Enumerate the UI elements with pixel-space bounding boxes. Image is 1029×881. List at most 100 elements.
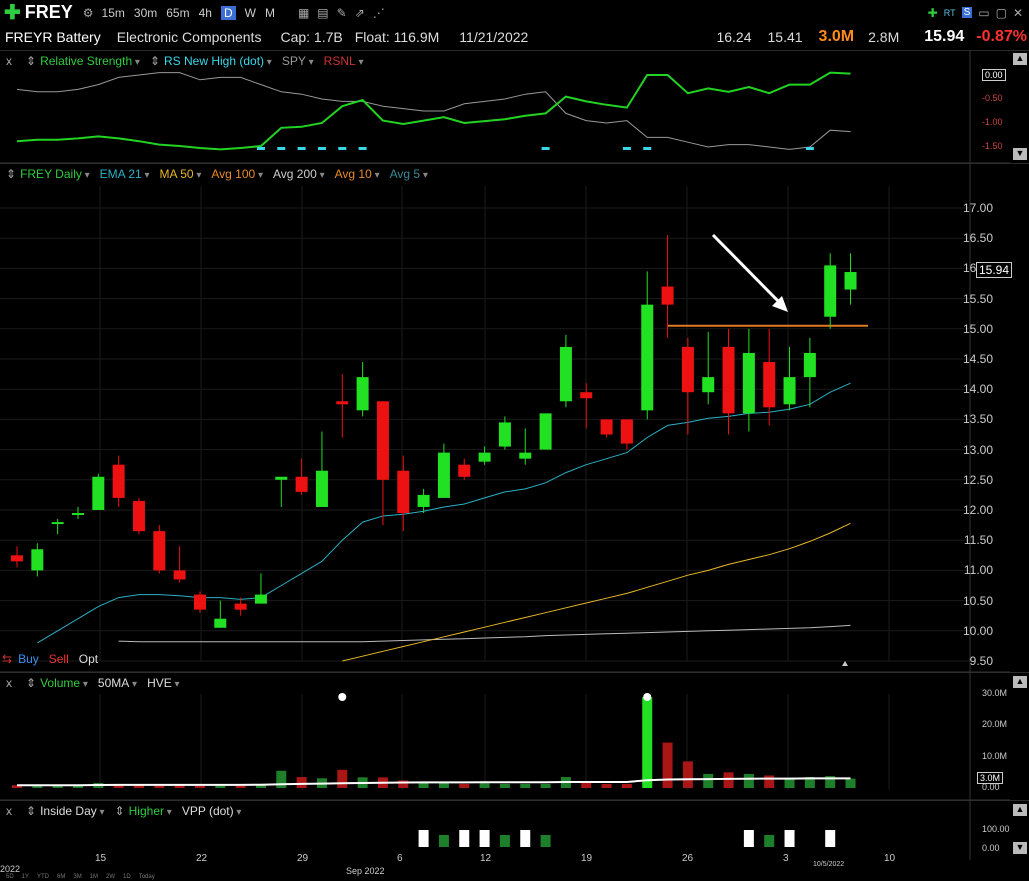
candle-body [173, 570, 186, 580]
x-axis-tick: 12 [480, 853, 492, 864]
candle-body [315, 470, 328, 507]
price-axis-tick: 14.00 [962, 382, 993, 397]
candle-body [824, 265, 837, 317]
volume-bar [703, 773, 714, 788]
candle-body [803, 352, 816, 378]
candle [824, 253, 837, 329]
scroll-down-button[interactable]: ▼ [1013, 842, 1027, 854]
candle [519, 428, 532, 465]
volume-axis-tick: 20.0M [982, 719, 1008, 730]
inside-day-bar [479, 830, 490, 847]
candle [580, 383, 593, 429]
candle-body [11, 555, 23, 562]
candle [112, 455, 125, 507]
scroll-down-button[interactable]: ▼ [1013, 148, 1027, 160]
volume-bar [621, 783, 632, 788]
candle [51, 519, 64, 535]
price-axis-tick: 13.50 [962, 412, 993, 427]
inside-day-bar [418, 830, 429, 847]
volume-bar [154, 785, 165, 788]
candle [620, 419, 633, 450]
volume-bar [479, 783, 490, 788]
candle-body [681, 346, 694, 393]
volume-bar [743, 773, 754, 788]
range-2W[interactable]: 2W [106, 874, 115, 880]
volume-bar [662, 742, 673, 788]
sell-button[interactable]: Sell [49, 652, 69, 666]
volume-bar [682, 761, 693, 788]
scroll-up-button[interactable]: ▲ [1013, 804, 1027, 816]
axis-month: Sep 2022 [346, 866, 385, 876]
candle [641, 271, 654, 420]
candle-body [539, 413, 552, 450]
price-axis-tick: 12.50 [962, 472, 993, 487]
candle-body [356, 377, 369, 411]
range-YTD[interactable]: YTD [37, 874, 49, 880]
scroll-marker [842, 661, 848, 666]
inside-day-bar [825, 830, 836, 847]
candle-body [193, 594, 206, 610]
rs-new-high-dot [338, 147, 347, 150]
trade-icon[interactable]: ⇆ [2, 652, 12, 666]
range-1Y[interactable]: 1Y [22, 874, 29, 880]
candle-body [498, 422, 511, 447]
candle [275, 476, 288, 507]
candle [214, 600, 227, 628]
candle [376, 401, 389, 526]
volume-bar [459, 783, 470, 788]
range-buttons: 5D 1Y YTD 6M 3M 1M 2W 1D Today [6, 874, 163, 880]
rs-new-high-dot [358, 147, 367, 150]
price-axis-tick: 15.50 [962, 291, 993, 306]
candle-body [620, 419, 633, 444]
scroll-up-button[interactable]: ▲ [1013, 53, 1027, 65]
candle-body [153, 531, 166, 571]
candle [336, 374, 349, 438]
volume-bar [337, 769, 348, 788]
candle [92, 473, 105, 510]
rs-new-high-dot [622, 147, 631, 150]
candle [295, 458, 308, 495]
rs-new-high-dot [256, 147, 265, 150]
rs-new-high-dot [805, 147, 814, 150]
candle-body [31, 549, 44, 571]
candle-body [437, 452, 450, 498]
rs-axis-tick: 0.00 [982, 69, 1006, 81]
volume-bar [601, 783, 612, 788]
candle-body [397, 470, 410, 514]
price-axis-tick: 9.50 [969, 654, 993, 668]
higher-bar [499, 835, 510, 847]
inside-day-bar [743, 830, 754, 847]
candle [315, 431, 328, 507]
x-axis-tick: 26 [682, 853, 694, 864]
higher-bar [438, 835, 449, 847]
candle [71, 506, 84, 520]
candle-body [478, 452, 491, 462]
range-Today[interactable]: Today [139, 874, 155, 880]
range-3M[interactable]: 3M [73, 874, 81, 880]
volume-bar [32, 786, 43, 788]
candle [763, 328, 776, 426]
volume-bar [642, 697, 653, 788]
price-axis-tick: 15.00 [962, 321, 993, 336]
scroll-up-button[interactable]: ▲ [1013, 676, 1027, 688]
candle-body [214, 618, 227, 628]
candle-body [71, 513, 84, 516]
range-5D[interactable]: 5D [6, 874, 14, 880]
candle-body [702, 377, 715, 393]
candle-body [51, 522, 64, 525]
price-axis-tick: 14.50 [962, 352, 993, 366]
candle-body [458, 464, 471, 477]
range-1M[interactable]: 1M [90, 874, 98, 880]
vpp-dot [338, 693, 347, 701]
chart-canvas[interactable] [0, 0, 1029, 881]
buy-button[interactable]: Buy [18, 652, 39, 666]
range-1D[interactable]: 1D [123, 874, 131, 880]
candle [153, 525, 166, 574]
candle-body [600, 419, 613, 435]
volume-bar [296, 777, 307, 788]
trade-buttons: ⇆ Buy Sell Opt [2, 652, 98, 666]
volume-bar [418, 782, 429, 788]
range-6M[interactable]: 6M [57, 874, 65, 880]
candle-body [742, 352, 755, 414]
options-button[interactable]: Opt [79, 652, 98, 666]
